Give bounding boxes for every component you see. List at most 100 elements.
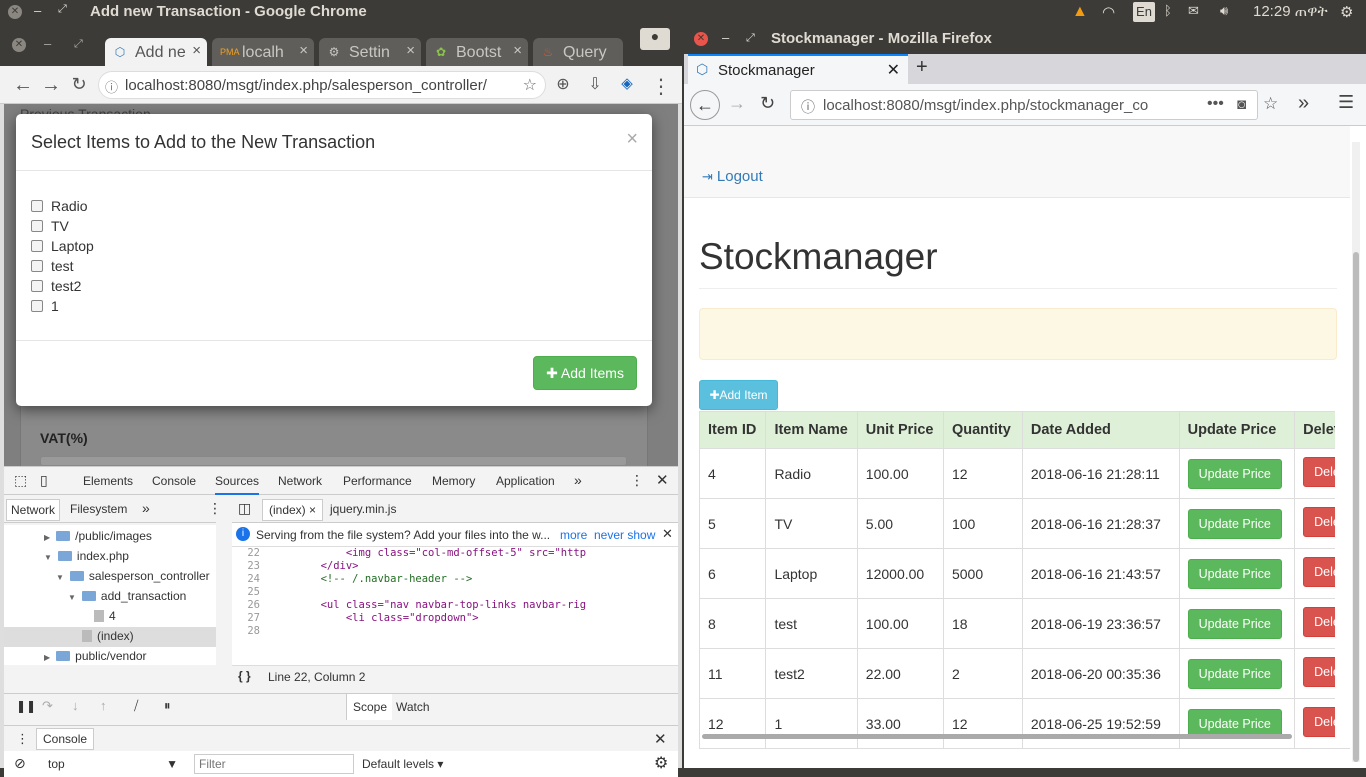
close-tab-icon[interactable]: × [406,42,415,59]
checkbox[interactable] [31,260,43,272]
firefox-address-bar[interactable]: ⓘ localhost:8080/msgt/index.php/stockman… [790,90,1278,120]
volume-icon[interactable]: 🔊︎ [1220,3,1228,19]
item-checkbox-1[interactable]: 1 [31,298,59,314]
pretty-print-icon[interactable]: { } [238,669,251,683]
close-icon[interactable]: ✕ [12,38,26,52]
tree-item[interactable]: ▶ public/vendor [44,649,147,663]
forward-arrow-icon[interactable]: → [40,74,62,97]
tree-item[interactable]: ▶/public/images [44,529,152,543]
tab-sources[interactable]: Sources [215,474,260,495]
minimize-icon[interactable]: – [44,36,51,51]
tab-elements[interactable]: Elements [83,474,133,488]
back-arrow-icon[interactable]: ← [690,90,720,120]
profile-icon[interactable]: ● [640,28,670,50]
star-icon[interactable]: ☆ [1263,94,1278,114]
hamburger-menu-icon[interactable]: ☰ [1338,92,1354,113]
wifi-icon[interactable]: ◠ [1102,3,1115,21]
crosshair-extension-icon[interactable]: ⊕ [552,74,574,94]
more-nav-icon[interactable]: » [142,500,150,516]
item-checkbox-test2[interactable]: test2 [31,278,81,294]
context-select[interactable]: top ▼ [48,757,178,771]
drawer-menu-icon[interactable]: ⋮ [16,731,29,747]
close-icon[interactable]: ✕ [8,5,22,19]
tab-watch[interactable]: Watch [396,700,430,714]
reload-icon[interactable]: ↻ [760,93,775,114]
overflow-chevron-icon[interactable]: » [1298,92,1309,115]
more-link[interactable]: more [560,528,587,542]
add-items-button[interactable]: ✚ Add Items [533,356,637,390]
horizontal-scrollbar[interactable] [702,734,1292,739]
add-item-button[interactable]: ✚Add Item [699,380,778,410]
tab-console-drawer[interactable]: Console [36,728,95,750]
mail-icon[interactable]: ✉ [1188,3,1199,19]
close-infobar-icon[interactable]: ✕ [662,526,673,542]
scrollbar-thumb[interactable] [1353,252,1359,762]
item-checkbox-tv[interactable]: TV [31,218,69,234]
tree-item[interactable]: ▼ index.php [44,549,129,563]
close-tab-icon[interactable]: × [192,42,201,59]
close-icon[interactable]: ✕ [694,32,708,46]
download-extension-icon[interactable]: ⇩ [584,74,606,94]
modal-close-icon[interactable]: × [626,128,638,151]
pause-on-exceptions-icon[interactable]: ⏸ [164,698,171,714]
device-toolbar-icon[interactable]: ▯ [40,472,48,489]
step-over-icon[interactable]: ↷ [42,698,53,714]
update-price-button[interactable]: Update Price [1187,458,1282,489]
step-out-icon[interactable]: ↑ [100,698,107,713]
clock[interactable]: 12:29 ጠዋት [1253,3,1328,20]
info-icon[interactable]: ⓘ [105,77,118,96]
tree-item[interactable]: ▼ salesperson_controller [56,569,210,583]
devtools-menu-icon[interactable]: ⋮ [630,472,644,489]
tab-performance[interactable]: Performance [343,474,412,488]
minimize-icon[interactable]: – [722,30,729,45]
clear-console-icon[interactable]: ⊘ [14,755,26,772]
checkbox[interactable] [31,300,43,312]
deactivate-breakpoints-icon[interactable]: ⧸ [134,698,138,714]
checkbox[interactable] [31,200,43,212]
reload-icon[interactable]: ↻ [68,74,90,95]
tab-filesystem[interactable]: Filesystem [70,502,127,516]
extension-icon[interactable]: ◈ [616,74,638,92]
tab-query[interactable]: ♨ Query [533,38,623,66]
minimize-icon[interactable]: – [34,3,41,18]
code-editor[interactable]: 22 <img class="col-md-offset-5" src="htt… [232,547,678,665]
step-into-icon[interactable]: ↓ [72,698,79,713]
close-tab-icon[interactable]: × [513,42,522,59]
back-arrow-icon[interactable]: ← [12,74,34,97]
pause-icon[interactable]: ❚❚ [16,699,36,713]
item-checkbox-test[interactable]: test [31,258,74,274]
vat-input[interactable] [40,456,627,466]
update-price-button[interactable]: Update Price [1187,558,1282,589]
update-price-button[interactable]: Update Price [1187,508,1282,539]
log-levels-select[interactable]: Default levels ▾ [362,757,443,771]
new-tab-plus-icon[interactable]: + [916,56,928,79]
tab-add-transaction[interactable]: ⬡ Add ne × [105,38,207,66]
tab-stockmanager[interactable]: ⬡ Stockmanager ✕ [688,54,908,84]
checkbox[interactable] [31,240,43,252]
vertical-scrollbar[interactable] [1352,142,1360,762]
update-price-button[interactable]: Update Price [1187,608,1282,639]
tab-phpmyadmin[interactable]: PMA localh × [212,38,314,66]
maximize-icon[interactable]: ⤢ [58,3,67,16]
toggle-navigator-icon[interactable]: ◫ [238,500,251,517]
tab-scope[interactable]: Scope [346,694,392,720]
tree-item[interactable]: ▼ add_transaction [68,589,186,603]
keyboard-layout[interactable]: En [1133,2,1155,22]
file-tab-jquery[interactable]: jquery.min.js [330,502,396,516]
update-price-button[interactable]: Update Price [1187,658,1282,689]
inspect-icon[interactable]: ⬚ [14,472,27,489]
logout-link[interactable]: ⇥ Logout [702,168,763,185]
tab-console[interactable]: Console [152,474,196,488]
vlc-icon[interactable]: ▲ [1072,3,1088,21]
info-icon[interactable]: ⓘ [801,97,815,117]
never-show-link[interactable]: never show [594,528,655,542]
devtools-close-icon[interactable]: ✕ [656,471,669,489]
tab-application[interactable]: Application [496,474,555,488]
star-icon[interactable]: ☆ [523,75,537,95]
pocket-icon[interactable]: ◙ [1237,96,1246,113]
forward-arrow-icon[interactable]: → [728,93,746,114]
tab-settings[interactable]: ⚙ Settin × [319,38,421,66]
console-filter-input[interactable] [194,754,354,774]
more-tabs-icon[interactable]: » [574,472,582,488]
tab-network-nav[interactable]: Network [6,499,61,521]
